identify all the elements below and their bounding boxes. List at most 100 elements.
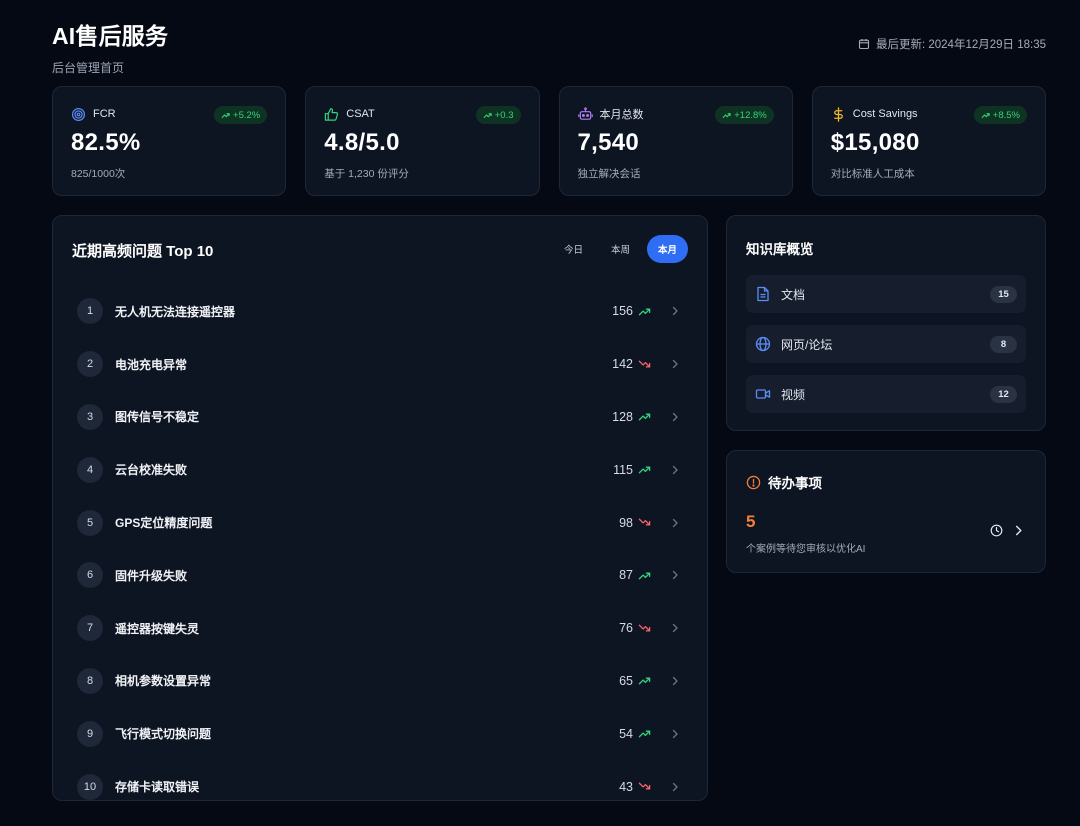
chevron-right-icon[interactable] xyxy=(670,676,680,686)
issue-name: 相机参数设置异常 xyxy=(115,674,212,689)
issue-rank: 4 xyxy=(77,456,103,483)
chevron-right-icon[interactable] xyxy=(1012,524,1025,537)
tab-this-month[interactable]: 本月 xyxy=(646,235,688,263)
chevron-right-icon[interactable] xyxy=(670,412,680,422)
issue-row[interactable]: 10 存储卡读取错误 43 xyxy=(77,760,685,813)
issue-rank: 8 xyxy=(77,667,103,694)
issue-count: 128 xyxy=(612,409,633,424)
kpi-delta-badge: +0.3 xyxy=(475,106,521,124)
trend-up-icon xyxy=(483,112,492,118)
issue-count: 156 xyxy=(612,304,633,319)
page-header: AI售后服务 后台管理首页 最后更新: 2024年12月29日 18:35 xyxy=(52,17,1046,75)
issue-row[interactable]: 4 云台校准失败 115 xyxy=(77,443,685,496)
todo-panel: 待办事项 5 个案例等待您审核以优化AI xyxy=(726,450,1046,573)
trend-up-icon xyxy=(638,730,651,738)
thumbs-up-icon xyxy=(325,107,339,121)
issue-rank: 5 xyxy=(77,509,103,536)
trend-up-icon xyxy=(638,466,651,474)
alert-circle-icon xyxy=(746,475,761,489)
period-tabs: 今日 本周 本月 xyxy=(553,235,688,263)
issue-row[interactable]: 8 相机参数设置异常 65 xyxy=(77,655,685,708)
issue-rank: 7 xyxy=(77,615,103,642)
kpi-card-monthly-total: 本月总数 +12.8% 7,540 独立解决会话 xyxy=(558,86,793,196)
kpi-label: Cost Savings xyxy=(852,108,918,120)
issue-rank: 10 xyxy=(77,773,103,800)
issue-count: 142 xyxy=(612,357,633,372)
issue-count: 98 xyxy=(619,515,633,530)
issue-rank: 1 xyxy=(77,298,103,325)
trend-down-icon xyxy=(638,624,651,632)
kpi-subtext: 对比标准人工成本 xyxy=(830,168,915,180)
kpi-subtext: 825/1000次 xyxy=(71,168,126,180)
issue-row[interactable]: 5 GPS定位精度问题 98 xyxy=(77,496,685,549)
issue-name: 存储卡读取错误 xyxy=(115,780,200,795)
issue-count: 76 xyxy=(619,621,633,636)
issue-count: 54 xyxy=(619,726,633,741)
issue-row[interactable]: 7 遥控器按键失灵 76 xyxy=(77,602,685,655)
issue-name: 飞行模式切换问题 xyxy=(115,727,212,742)
kpi-label: 本月总数 xyxy=(599,109,644,121)
issue-rank: 6 xyxy=(77,562,103,589)
todo-count: 5 xyxy=(746,512,756,531)
trend-up-icon xyxy=(638,677,651,685)
kpi-value: 82.5% xyxy=(71,129,141,156)
chevron-right-icon[interactable] xyxy=(670,465,680,475)
issue-count: 65 xyxy=(619,673,633,688)
kpi-delta-badge: +12.8% xyxy=(715,106,774,124)
issue-name: 固件升级失败 xyxy=(115,568,188,583)
trend-down-icon xyxy=(638,360,651,368)
kpi-delta-badge: +8.5% xyxy=(973,106,1027,124)
trend-up-icon xyxy=(638,308,651,316)
kpi-delta-badge: +5.2% xyxy=(214,106,268,124)
todo-actions xyxy=(990,524,1025,537)
issue-row[interactable]: 6 固件升级失败 87 xyxy=(77,549,685,602)
kb-item-count: 12 xyxy=(990,385,1017,403)
top-issues-panel: 近期高频问题 Top 10 今日 本周 本月 1 无人机无法连接遥控器 156 2 电池… xyxy=(52,215,708,801)
kpi-value: 4.8/5.0 xyxy=(324,129,400,156)
issue-list: 1 无人机无法连接遥控器 156 2 电池充电异常 142 3 图传信号不稳定 128 4 云台校准… xyxy=(77,285,685,813)
issue-row[interactable]: 9 飞行模式切换问题 54 xyxy=(77,707,685,760)
clock-icon[interactable] xyxy=(990,524,1003,537)
trend-up-icon xyxy=(722,112,731,118)
trend-up-icon xyxy=(638,414,651,421)
issue-count: 43 xyxy=(619,779,633,794)
kb-item-documents[interactable]: 文档 15 xyxy=(746,275,1026,313)
kb-item-web-forum[interactable]: 网页/论坛 8 xyxy=(746,325,1026,363)
kb-item-label: 文档 xyxy=(781,287,806,302)
document-icon xyxy=(757,286,769,302)
chevron-right-icon[interactable] xyxy=(670,359,680,369)
issue-row[interactable]: 1 无人机无法连接遥控器 156 xyxy=(77,285,685,338)
chevron-right-icon[interactable] xyxy=(670,729,680,739)
kpi-label: CSAT xyxy=(346,108,375,120)
knowledge-base-title: 知识库概览 xyxy=(746,242,814,257)
knowledge-base-list: 文档 15 网页/论坛 8 视频 12 xyxy=(746,275,1026,425)
trend-up-icon xyxy=(981,112,990,118)
kb-item-videos[interactable]: 视频 12 xyxy=(746,375,1026,413)
kpi-subtext: 基于 1,230 份评分 xyxy=(324,168,409,180)
video-icon xyxy=(755,389,771,399)
tab-this-week[interactable]: 本周 xyxy=(600,235,641,263)
issue-row[interactable]: 3 图传信号不稳定 128 xyxy=(77,391,685,444)
trend-down-icon xyxy=(638,518,651,526)
last-update: 最后更新: 2024年12月29日 18:35 xyxy=(858,36,1046,52)
trend-up-icon xyxy=(638,572,651,580)
issue-rank: 2 xyxy=(77,351,103,378)
kpi-card-cost-savings: Cost Savings +8.5% $15,080 对比标准人工成本 xyxy=(811,86,1046,196)
issue-name: 图传信号不稳定 xyxy=(115,410,200,425)
robot-icon xyxy=(577,106,593,120)
kpi-row: FCR +5.2% 82.5% 825/1000次 CSAT +0.3 4.8/… xyxy=(52,86,1046,196)
chevron-right-icon[interactable] xyxy=(670,623,680,633)
trend-down-icon xyxy=(638,782,651,790)
issue-count: 87 xyxy=(619,568,633,583)
chevron-right-icon[interactable] xyxy=(670,518,680,528)
issue-row[interactable]: 2 电池充电异常 142 xyxy=(77,338,685,391)
tab-today[interactable]: 今日 xyxy=(553,235,594,263)
kpi-value: $15,080 xyxy=(830,129,920,156)
todo-description: 个案例等待您审核以优化AI xyxy=(746,544,866,555)
last-update-text: 最后更新: 2024年12月29日 18:35 xyxy=(875,39,1046,51)
chevron-right-icon[interactable] xyxy=(670,306,680,316)
calendar-icon xyxy=(858,39,870,50)
chevron-right-icon[interactable] xyxy=(670,570,680,580)
chevron-right-icon[interactable] xyxy=(670,782,680,792)
kpi-value: 7,540 xyxy=(577,129,640,156)
